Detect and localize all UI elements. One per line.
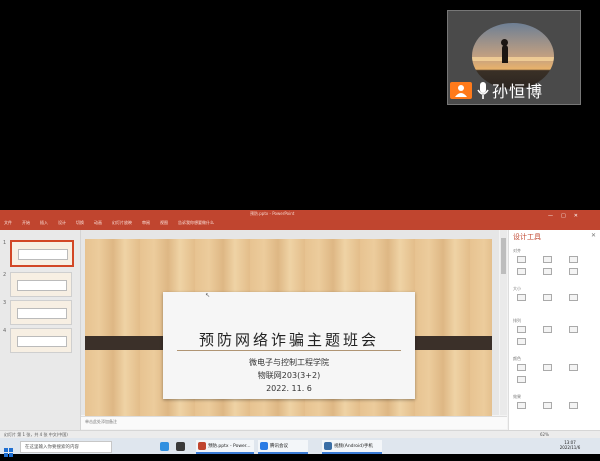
slide-title-card: 预防网络诈骗主题班会 微电子与控制工程学院 物联网203(3+2) 2022. … — [163, 292, 415, 399]
ribbon-menu: 文件 开始 插入 设计 切换 动画 幻灯片放映 审阅 视图 告诉我你想要做什么 — [4, 220, 214, 228]
menu-design[interactable]: 设计 — [58, 220, 66, 228]
close-icon[interactable]: ✕ — [591, 232, 596, 239]
task-view-icon[interactable] — [176, 442, 185, 451]
align-icon[interactable] — [517, 268, 526, 275]
ribbon: 预防.pptx - PowerPoint 文件 开始 插入 设计 切换 动画 幻… — [0, 210, 600, 230]
taskbar-clock[interactable]: 13:07 2022/11/6 — [552, 440, 588, 450]
menu-insert[interactable]: 插入 — [40, 220, 48, 228]
microphone-icon[interactable] — [476, 81, 490, 101]
slide-date[interactable]: 2022. 11. 6 — [163, 384, 415, 393]
window-title: 预防.pptx - PowerPoint — [250, 211, 295, 216]
tencent-meeting-icon — [260, 442, 268, 450]
align-icon[interactable] — [543, 268, 552, 275]
video-participant-tile[interactable]: 孙恒博 — [447, 10, 581, 105]
current-slide[interactable]: 预防网络诈骗主题班会 微电子与控制工程学院 物联网203(3+2) 2022. … — [85, 239, 492, 422]
design-section-label: 大小 — [513, 286, 521, 291]
slide-title[interactable]: 预防网络诈骗主题班会 — [163, 329, 415, 350]
thumbnail-number: 4 — [3, 328, 7, 334]
size-icon[interactable] — [517, 294, 526, 301]
slide-editor: 预防网络诈骗主题班会 微电子与控制工程学院 物联网203(3+2) 2022. … — [81, 230, 499, 422]
taskbar-app-label: 视频(Android)手机 — [334, 444, 373, 449]
color-icon[interactable] — [517, 376, 526, 383]
slide-thumbnail[interactable] — [10, 328, 72, 353]
windows-start-icon[interactable] — [4, 442, 13, 457]
close-icon[interactable]: ✕ — [574, 213, 578, 219]
shared-screen: 预防.pptx - PowerPoint 文件 开始 插入 设计 切换 动画 幻… — [0, 210, 600, 457]
zoom-level[interactable]: 62% — [540, 432, 549, 437]
menu-home[interactable]: 开始 — [22, 220, 30, 228]
search-placeholder: 在这里输入你要搜索的内容 — [25, 445, 79, 450]
design-section-label: 排列 — [513, 318, 521, 323]
taskbar-app-label: 预防.pptx - Power... — [208, 444, 251, 449]
thumbnail-number: 1 — [3, 240, 7, 246]
user-icon — [450, 82, 472, 99]
color-icon[interactable] — [543, 364, 552, 371]
arrange-icon[interactable] — [517, 338, 526, 345]
effect-icon[interactable] — [569, 402, 578, 409]
align-icon[interactable] — [569, 268, 578, 275]
menu-review[interactable]: 审阅 — [142, 220, 150, 228]
slide-thumbnail[interactable] — [10, 300, 72, 325]
menu-view[interactable]: 视图 — [160, 220, 168, 228]
color-icon[interactable] — [569, 364, 578, 371]
phone-icon — [324, 442, 332, 450]
menu-file[interactable]: 文件 — [4, 220, 12, 228]
clock-date: 2022/11/6 — [559, 445, 581, 450]
vertical-scrollbar[interactable] — [500, 230, 507, 415]
edge-icon[interactable] — [160, 442, 169, 451]
notes-placeholder: 单击此处添加备注 — [85, 419, 117, 424]
arrange-icon[interactable] — [543, 326, 552, 333]
taskbar-app-label: 腾讯会议 — [270, 444, 288, 449]
powerpoint-icon — [198, 442, 206, 450]
align-icon[interactable] — [517, 256, 526, 263]
color-icon[interactable] — [517, 364, 526, 371]
slide-decoration — [415, 336, 492, 350]
thumbnail-number: 3 — [3, 300, 7, 306]
mouse-cursor-icon: ↖ — [205, 292, 211, 299]
windows-taskbar: 在这里输入你要搜索的内容 预防.pptx - Power... 腾讯会议 视频(… — [0, 438, 600, 457]
align-icon[interactable] — [569, 256, 578, 263]
slide-class[interactable]: 物联网203(3+2) — [163, 370, 415, 381]
tell-me-search[interactable]: 告诉我你想要做什么 — [178, 220, 214, 228]
window-controls: — □ ✕ — [548, 213, 578, 219]
menu-animations[interactable]: 动画 — [94, 220, 102, 228]
minimize-icon[interactable]: — — [548, 213, 553, 219]
design-section-label: 对齐 — [513, 248, 521, 253]
taskbar-app-powerpoint[interactable]: 预防.pptx - Power... — [196, 440, 254, 454]
slide-decoration — [85, 336, 163, 350]
taskbar-search-input[interactable]: 在这里输入你要搜索的内容 — [20, 441, 112, 453]
design-section-label: 效果 — [513, 394, 521, 399]
arrange-icon[interactable] — [517, 326, 526, 333]
slide-thumbnail[interactable] — [10, 240, 74, 267]
align-icon[interactable] — [543, 256, 552, 263]
taskbar-app-android-phone[interactable]: 视频(Android)手机 — [322, 440, 382, 454]
slide-thumbnail[interactable] — [10, 272, 72, 297]
size-icon[interactable] — [569, 294, 578, 301]
design-tools-pane: 设计工具 ✕ 对齐 大小 排列 颜色 效果 — [508, 230, 600, 432]
design-pane-title: 设计工具 — [513, 233, 541, 241]
size-icon[interactable] — [543, 294, 552, 301]
notes-pane[interactable]: 单击此处添加备注 — [81, 416, 507, 429]
thumbnail-number: 2 — [3, 272, 7, 278]
participant-name: 孙恒博 — [492, 82, 544, 101]
design-section-label: 颜色 — [513, 356, 521, 361]
effect-icon[interactable] — [517, 402, 526, 409]
arrange-icon[interactable] — [569, 326, 578, 333]
menu-slideshow[interactable]: 幻灯片放映 — [112, 220, 132, 228]
taskbar-app-meeting[interactable]: 腾讯会议 — [258, 440, 308, 454]
slide-thumbnail-pane: 1 2 3 4 — [0, 230, 81, 430]
menu-transitions[interactable]: 切换 — [76, 220, 84, 228]
divider — [177, 350, 401, 351]
maximize-icon[interactable]: □ — [561, 213, 566, 219]
slide-college[interactable]: 微电子与控制工程学院 — [163, 357, 415, 368]
effect-icon[interactable] — [543, 402, 552, 409]
